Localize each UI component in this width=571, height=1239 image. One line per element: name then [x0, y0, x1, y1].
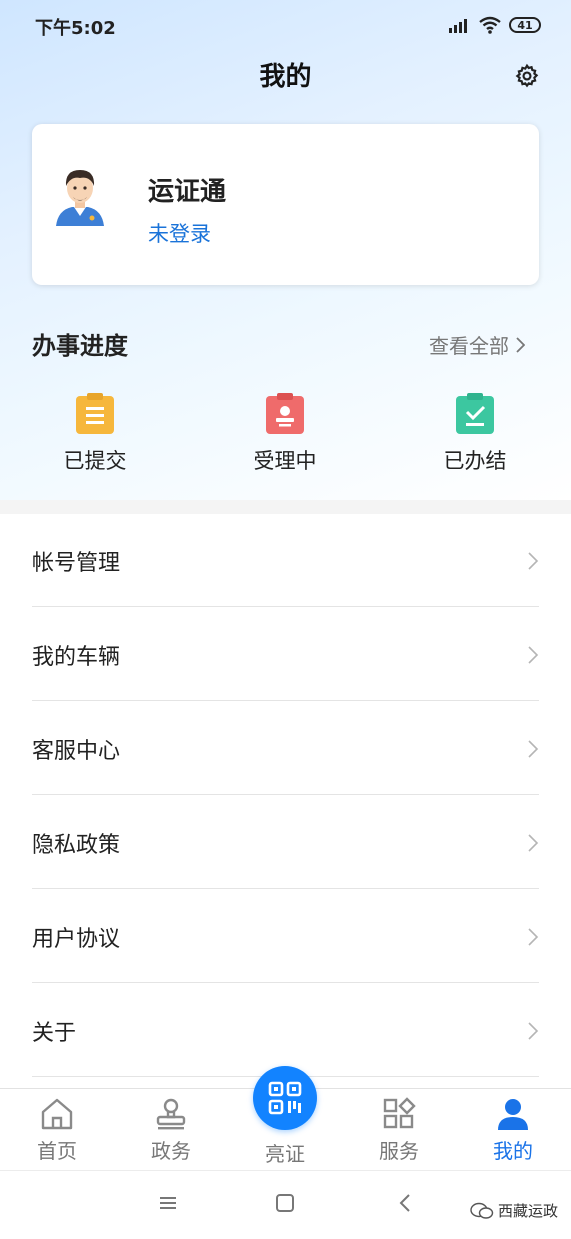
menu-item-account[interactable]: 帐号管理 [32, 514, 539, 607]
view-all-label: 查看全部 [429, 334, 509, 358]
view-all-link[interactable]: 查看全部 [429, 330, 525, 359]
tab-label: 我的 [493, 1139, 533, 1163]
profile-name: 运证通 [148, 177, 227, 207]
avatar [56, 170, 104, 226]
menu-item-customer-service[interactable]: 客服中心 [32, 702, 539, 795]
menu-icon[interactable] [158, 1193, 178, 1213]
tab-label: 服务 [379, 1139, 419, 1163]
progress-label-done: 已办结 [443, 449, 507, 473]
menu-item-user-agreement[interactable]: 用户协议 [32, 890, 539, 983]
profile-card[interactable]: 运证通 未登录 [32, 124, 539, 285]
menu-label: 用户协议 [32, 927, 121, 952]
qr-code-icon [268, 1081, 302, 1115]
menu-label: 帐号管理 [32, 551, 121, 576]
person-icon [498, 1099, 528, 1130]
tab-government[interactable]: 政务 [121, 1097, 221, 1164]
tab-mine[interactable]: 我的 [463, 1097, 563, 1164]
apps-grid-icon [383, 1097, 416, 1129]
home-icon [41, 1098, 73, 1130]
chevron-right-icon [528, 646, 539, 664]
status-icons: 41 [449, 14, 541, 36]
menu-label: 隐私政策 [32, 833, 121, 858]
chevron-right-icon [528, 552, 539, 570]
chevron-right-icon [528, 834, 539, 852]
progress-processing[interactable]: 受理中 [225, 393, 345, 475]
progress-done[interactable]: 已办结 [415, 393, 535, 475]
status-bar: 下午5:02 41 [0, 0, 571, 50]
status-time: 下午5:02 [35, 18, 116, 39]
login-link[interactable]: 未登录 [148, 218, 211, 248]
progress-section-title: 办事进度 [32, 332, 128, 360]
menu-label: 关于 [32, 1021, 77, 1046]
watermark: 西藏运政 [470, 1200, 558, 1221]
clipboard-submitted-icon [76, 393, 114, 434]
section-divider [0, 500, 571, 514]
progress-label-submitted: 已提交 [63, 449, 127, 473]
home-square-icon[interactable] [275, 1193, 295, 1213]
back-icon[interactable] [396, 1193, 416, 1213]
menu-item-about[interactable]: 关于 [32, 984, 539, 1077]
clipboard-done-icon [456, 393, 494, 434]
watermark-text: 西藏运政 [498, 1202, 559, 1220]
settings-gear-icon[interactable] [514, 63, 540, 89]
tab-label[interactable]: 亮证 [235, 1138, 335, 1167]
wechat-icon [470, 1202, 494, 1219]
tab-services[interactable]: 服务 [349, 1097, 449, 1164]
chevron-right-icon [528, 928, 539, 946]
chevron-right-icon [528, 740, 539, 758]
menu-item-vehicles[interactable]: 我的车辆 [32, 608, 539, 701]
menu-label: 我的车辆 [32, 645, 121, 670]
signal-icon [449, 19, 467, 33]
tab-label: 首页 [37, 1139, 77, 1163]
progress-submitted[interactable]: 已提交 [35, 393, 155, 475]
wifi-icon [479, 16, 501, 34]
tab-label: 政务 [151, 1139, 191, 1163]
clipboard-processing-icon [266, 393, 304, 434]
chevron-right-icon [528, 1022, 539, 1040]
show-certificate-button[interactable] [253, 1066, 317, 1130]
battery-indicator: 41 [509, 17, 541, 33]
menu-label: 客服中心 [32, 739, 121, 764]
chevron-right-icon [516, 336, 525, 353]
progress-label-processing: 受理中 [253, 449, 317, 473]
stamp-icon [156, 1098, 186, 1130]
menu-item-privacy[interactable]: 隐私政策 [32, 796, 539, 889]
page-title: 我的 [259, 62, 312, 92]
tab-home[interactable]: 首页 [7, 1097, 107, 1164]
